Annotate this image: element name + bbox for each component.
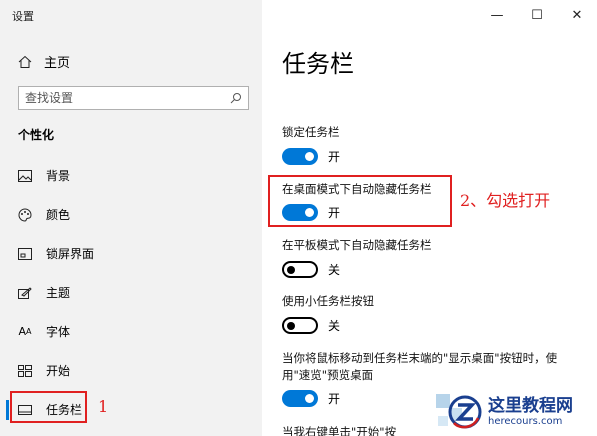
- page-title: 任务栏: [282, 50, 354, 78]
- sidebar-item-label: 颜色: [46, 208, 71, 222]
- palette-icon: [18, 207, 32, 222]
- annotation-box-taskbar: [10, 391, 87, 423]
- maximize-button[interactable]: ☐: [517, 0, 557, 30]
- annotation-step2: 2、勾选打开: [460, 191, 551, 210]
- peek-label-line2: 用"速览"预览桌面: [282, 368, 374, 382]
- autohide-tablet-toggle[interactable]: [282, 261, 318, 278]
- annotation-box-setting: [268, 175, 452, 227]
- sidebar-item-fonts[interactable]: AA 字体: [0, 312, 262, 351]
- watermark-name: 这里教程网: [488, 395, 573, 416]
- sidebar-item-label: 开始: [46, 364, 71, 378]
- right-click-start-label: 当我右键单击"开始"按: [282, 425, 397, 436]
- home-link[interactable]: 主页: [18, 52, 70, 71]
- peek-toggle-row: 开: [282, 390, 340, 407]
- sidebar-item-lock-screen[interactable]: 锁屏界面: [0, 234, 262, 273]
- peek-toggle[interactable]: [282, 390, 318, 407]
- search-icon[interactable]: [230, 92, 242, 104]
- lock-taskbar-toggle[interactable]: [282, 148, 318, 165]
- autohide-tablet-label: 在平板模式下自动隐藏任务栏: [282, 238, 432, 252]
- small-buttons-label: 使用小任务栏按钮: [282, 294, 374, 308]
- small-buttons-toggle-row: 关: [282, 317, 340, 334]
- sidebar-item-background[interactable]: 背景: [0, 156, 262, 195]
- close-button[interactable]: ✕: [557, 0, 597, 30]
- sidebar: 设置 主页 个性化 背景 颜色 锁屏界面: [0, 0, 262, 436]
- section-title: 个性化: [18, 128, 55, 142]
- home-label: 主页: [44, 56, 71, 71]
- sidebar-item-label: 主题: [46, 286, 71, 300]
- watermark-logo-icon: [436, 390, 482, 432]
- font-icon: AA: [18, 325, 32, 338]
- search-box[interactable]: [18, 86, 249, 110]
- window-controls: — ☐ ✕: [477, 0, 597, 30]
- minimize-button[interactable]: —: [477, 0, 517, 30]
- sidebar-item-colors[interactable]: 颜色: [0, 195, 262, 234]
- sidebar-nav: 背景 颜色 锁屏界面 主题 AA 字体 开始 任务栏: [0, 156, 262, 429]
- sidebar-item-label: 字体: [46, 325, 71, 339]
- image-icon: [18, 169, 32, 183]
- watermark-url: herecours.com: [488, 415, 563, 427]
- start-icon: [18, 364, 32, 378]
- watermark: 这里教程网 herecours.com: [436, 390, 573, 432]
- annotation-step1: 1: [98, 397, 109, 416]
- peek-label-line1: 当你将鼠标移动到任务栏末端的"显示桌面"按钮时，使: [282, 351, 558, 365]
- app-title: 设置: [12, 10, 34, 23]
- lock-taskbar-label: 锁定任务栏: [282, 125, 340, 139]
- autohide-tablet-toggle-row: 关: [282, 261, 340, 278]
- sidebar-item-start[interactable]: 开始: [0, 351, 262, 390]
- home-icon: [18, 55, 32, 69]
- sidebar-item-label: 背景: [46, 169, 71, 183]
- search-input[interactable]: [25, 91, 230, 105]
- sidebar-item-themes[interactable]: 主题: [0, 273, 262, 312]
- toggle-state: 开: [328, 392, 341, 406]
- theme-icon: [18, 286, 32, 300]
- small-buttons-toggle[interactable]: [282, 317, 318, 334]
- lock-taskbar-toggle-row: 开: [282, 148, 340, 165]
- lock-screen-icon: [18, 247, 32, 261]
- toggle-state: 开: [328, 150, 341, 164]
- sidebar-item-label: 锁屏界面: [46, 247, 95, 261]
- toggle-state: 关: [328, 263, 341, 277]
- toggle-state: 关: [328, 319, 341, 333]
